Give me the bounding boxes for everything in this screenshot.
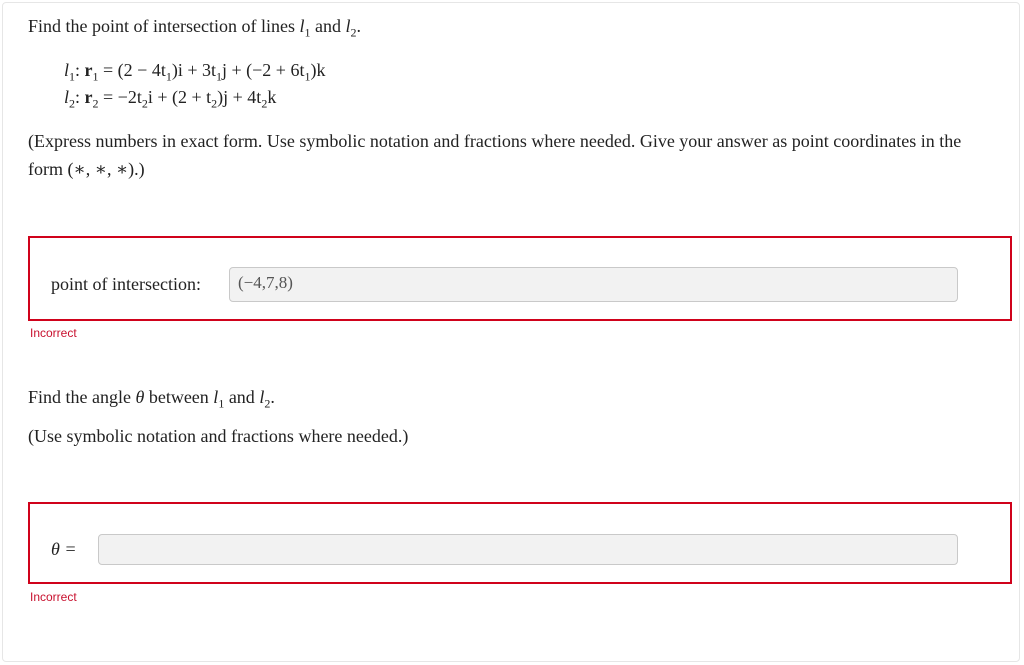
eq1-rhs-b: )i + 3t	[171, 60, 216, 80]
eq1-r: r	[84, 60, 93, 80]
between-word: between	[148, 387, 209, 407]
question1-instructions: (Express numbers in exact form. Use symb…	[28, 131, 962, 179]
eq1-rhs-d: )k	[310, 60, 326, 80]
q2-period: .	[270, 387, 275, 407]
theta-symbol: θ	[135, 387, 145, 407]
question2-instructions: (Use symbolic notation and fractions whe…	[28, 426, 409, 446]
equation-line1: l1: r1 = (2 − 4t1)i + 3t1j + (−2 + 6t1)k	[64, 60, 326, 84]
angle-input[interactable]	[98, 534, 958, 565]
incorrect-feedback-2: Incorrect	[30, 590, 77, 604]
eq2-rhs-a: = −2t	[103, 87, 142, 107]
point-of-intersection-label: point of intersection:	[51, 274, 201, 294]
answer-box-intersection: point of intersection: (−4,7,8)	[28, 236, 1012, 321]
eq1-rhs-a: = (2 − 4t	[103, 60, 166, 80]
eq2-lhs-sub: 2	[69, 96, 76, 111]
q2-and-word: and	[228, 387, 255, 407]
intersection-input[interactable]: (−4,7,8)	[229, 267, 958, 302]
period: .	[356, 16, 362, 36]
eq2-r-sub: 2	[92, 96, 99, 111]
eq2-rhs-b: i + (2 + t	[147, 87, 212, 107]
prompt-text: Find the point of intersection of lines	[28, 16, 295, 36]
eq2-rhs-c: )j + 4t	[217, 87, 262, 107]
eq2-r: r	[84, 87, 93, 107]
theta-equals-label: θ =	[51, 539, 77, 559]
eq2-rhs-d: k	[267, 87, 277, 107]
and-word: and	[314, 16, 341, 36]
eq1-rhs-c: j + (−2 + 6t	[222, 60, 305, 80]
incorrect-feedback-1: Incorrect	[30, 326, 77, 340]
answer-box-angle: θ =	[28, 502, 1012, 584]
question1-prompt: Find the point of intersection of lines …	[28, 14, 361, 45]
line1-subscript: 1	[304, 25, 311, 40]
prompt-text-2: Find the angle	[28, 387, 131, 407]
question2-prompt: Find the angle θ between l1 and l2.	[28, 385, 275, 416]
eq1-lhs-sub: 1	[69, 69, 76, 84]
equation-line2: l2: r2 = −2t2i + (2 + t2)j + 4t2k	[64, 87, 277, 111]
q2-line1-sub: 1	[218, 396, 225, 411]
eq1-r-sub: 1	[92, 69, 99, 84]
